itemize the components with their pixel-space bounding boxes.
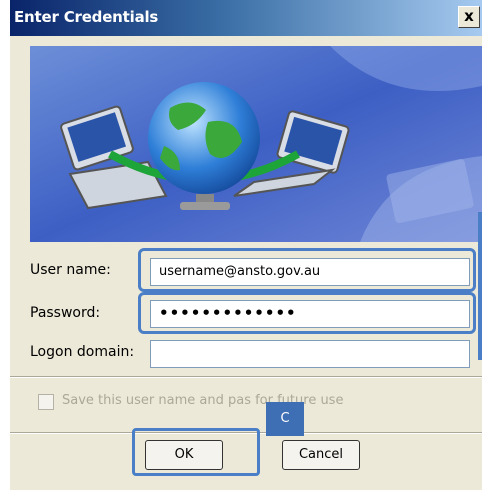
close-button[interactable]: x: [458, 6, 480, 28]
save-credentials-checkbox[interactable]: [38, 394, 54, 410]
cancel-button[interactable]: Cancel: [282, 440, 360, 470]
domain-label: Logon domain:: [30, 344, 135, 360]
annotation-badge: C: [266, 402, 304, 436]
password-highlight: [138, 292, 476, 334]
username-highlight: [138, 248, 476, 292]
network-banner-image: [30, 46, 482, 242]
highlight-edge-bar: [478, 212, 482, 360]
annotation-badge-label: C: [280, 411, 290, 426]
separator-top: [10, 376, 482, 378]
username-label: User name:: [30, 262, 111, 278]
domain-field[interactable]: [150, 340, 470, 368]
password-label: Password:: [30, 305, 101, 321]
ok-button[interactable]: OK: [145, 440, 223, 470]
credentials-dialog: Enter Credentials x User name: username@…: [10, 0, 482, 490]
cancel-label: Cancel: [298, 447, 344, 462]
ok-label: OK: [174, 447, 194, 462]
banner-graphic: [30, 46, 482, 242]
title-bar[interactable]: Enter Credentials x: [10, 0, 482, 36]
window-title: Enter Credentials: [14, 8, 159, 26]
close-icon: x: [464, 7, 474, 25]
